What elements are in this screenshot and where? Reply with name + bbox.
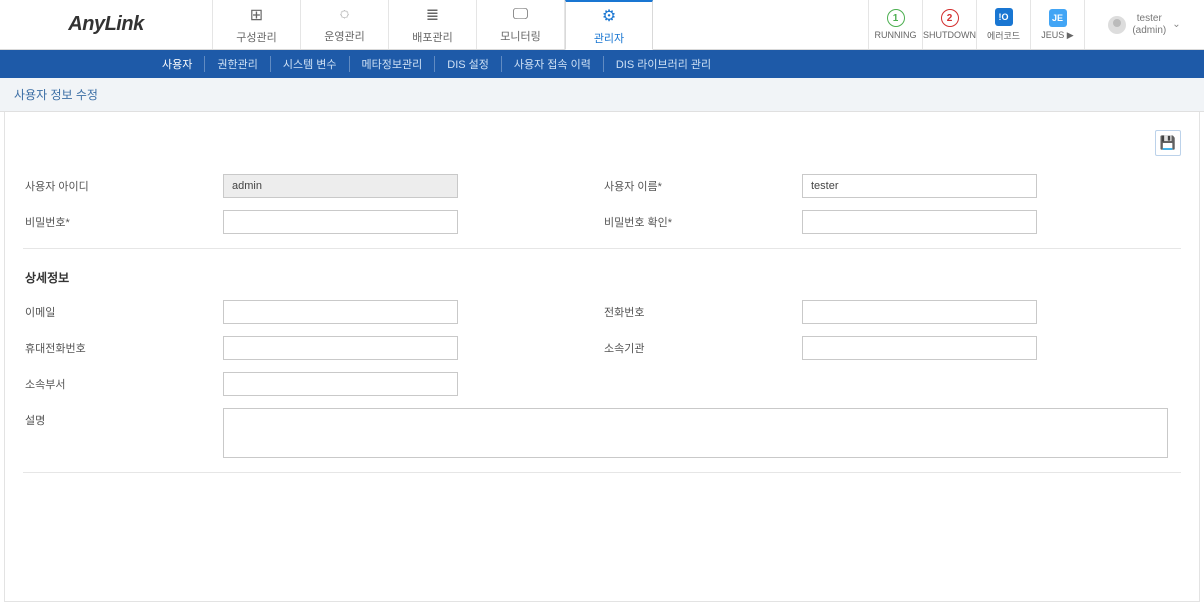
status-group: 1 RUNNING 2 SHUTDOWN !O 에러코드 JE JEUS ▶ bbox=[868, 0, 1084, 49]
detail-section-title: 상세정보 bbox=[23, 253, 1181, 294]
tab-label: 배포관리 bbox=[412, 29, 452, 45]
password-confirm-input[interactable] bbox=[802, 210, 1037, 234]
org-input[interactable] bbox=[802, 336, 1037, 360]
user-info: tester (admin) bbox=[1132, 13, 1166, 37]
tab-label: 구성관리 bbox=[236, 29, 276, 45]
status-shutdown[interactable]: 2 SHUTDOWN bbox=[922, 0, 976, 49]
tab-admin[interactable]: ⚙ 관리자 bbox=[565, 0, 653, 50]
tab-monitoring[interactable]: 🖵 모니터링 bbox=[477, 0, 565, 49]
separator bbox=[23, 472, 1181, 473]
tab-label: 모니터링 bbox=[500, 28, 540, 44]
tab-config[interactable]: ⊞ 구성관리 bbox=[213, 0, 301, 49]
subnav-dis-library[interactable]: DIS 라이브러리 관리 bbox=[604, 56, 723, 72]
status-label: 에러코드 bbox=[987, 29, 1020, 42]
page-title: 사용자 정보 수정 bbox=[0, 78, 1204, 112]
status-label: JEUS ▶ bbox=[1041, 30, 1073, 41]
status-jeus[interactable]: JE JEUS ▶ bbox=[1030, 0, 1084, 49]
subnav-users[interactable]: 사용자 bbox=[150, 56, 205, 72]
user-id-input bbox=[223, 174, 458, 198]
save-button[interactable]: 💾 bbox=[1155, 130, 1181, 156]
separator bbox=[23, 248, 1181, 249]
status-label: SHUTDOWN bbox=[923, 30, 976, 40]
dept-input[interactable] bbox=[223, 372, 458, 396]
email-label: 이메일 bbox=[23, 304, 223, 320]
gear-icon: ⚙ bbox=[602, 6, 616, 26]
spacer bbox=[653, 0, 868, 49]
subnav-meta[interactable]: 메타정보관리 bbox=[350, 56, 436, 72]
phone-label: 전화번호 bbox=[602, 304, 802, 320]
tab-label: 관리자 bbox=[594, 30, 624, 46]
tab-deploy[interactable]: ≣ 배포관리 bbox=[389, 0, 477, 49]
desc-input[interactable] bbox=[223, 408, 1168, 458]
subnav: 사용자 권한관리 시스템 변수 메타정보관리 DIS 설정 사용자 접속 이력 … bbox=[0, 50, 1204, 78]
content: 💾 사용자 아이디 사용자 이름* 비밀번호* 비밀번호 확인* 상세 bbox=[4, 112, 1200, 602]
monitor-icon: 🖵 bbox=[513, 6, 528, 24]
user-role: (admin) bbox=[1132, 25, 1166, 37]
password-input[interactable] bbox=[223, 210, 458, 234]
errorcode-icon: !O bbox=[995, 8, 1013, 26]
user-menu[interactable]: tester (admin) ⌄ bbox=[1084, 0, 1204, 49]
grid-icon: ⊞ bbox=[250, 5, 263, 25]
topbar: AnyLink ⊞ 구성관리 ◌ 운영관리 ≣ 배포관리 🖵 모니터링 ⚙ 관리… bbox=[0, 0, 1204, 50]
status-label: RUNNING bbox=[875, 30, 917, 40]
desc-label: 설명 bbox=[23, 408, 223, 428]
logo: AnyLink bbox=[0, 0, 213, 49]
mobile-label: 휴대전화번호 bbox=[23, 340, 223, 356]
tab-label: 운영관리 bbox=[324, 28, 364, 44]
org-label: 소속기관 bbox=[602, 340, 802, 356]
running-count-icon: 1 bbox=[887, 9, 905, 27]
mobile-input[interactable] bbox=[223, 336, 458, 360]
save-icon: 💾 bbox=[1160, 135, 1176, 151]
user-id-label: 사용자 아이디 bbox=[23, 178, 223, 194]
chevron-down-icon: ⌄ bbox=[1172, 19, 1180, 30]
password-confirm-label: 비밀번호 확인* bbox=[602, 214, 802, 230]
main-tabs: ⊞ 구성관리 ◌ 운영관리 ≣ 배포관리 🖵 모니터링 ⚙ 관리자 bbox=[213, 0, 653, 49]
list-icon: ≣ bbox=[426, 5, 439, 25]
user-name: tester bbox=[1132, 13, 1166, 25]
dept-label: 소속부서 bbox=[23, 376, 223, 392]
user-name-input[interactable] bbox=[802, 174, 1037, 198]
status-errorcode[interactable]: !O 에러코드 bbox=[976, 0, 1030, 49]
subnav-sysvars[interactable]: 시스템 변수 bbox=[271, 56, 350, 72]
shutdown-count-icon: 2 bbox=[941, 9, 959, 27]
password-label: 비밀번호* bbox=[23, 214, 223, 230]
subnav-login-history[interactable]: 사용자 접속 이력 bbox=[502, 56, 604, 72]
phone-input[interactable] bbox=[802, 300, 1037, 324]
user-name-label: 사용자 이름* bbox=[602, 178, 802, 194]
email-input[interactable] bbox=[223, 300, 458, 324]
jeus-icon: JE bbox=[1049, 9, 1067, 27]
tab-operation[interactable]: ◌ 운영관리 bbox=[301, 0, 389, 49]
avatar-icon bbox=[1108, 16, 1126, 34]
circle-icon: ◌ bbox=[340, 6, 350, 24]
subnav-dis-settings[interactable]: DIS 설정 bbox=[435, 56, 502, 72]
status-running[interactable]: 1 RUNNING bbox=[868, 0, 922, 49]
form: 사용자 아이디 사용자 이름* 비밀번호* 비밀번호 확인* 상세정보 이메일 bbox=[23, 168, 1181, 473]
subnav-permissions[interactable]: 권한관리 bbox=[205, 56, 270, 72]
